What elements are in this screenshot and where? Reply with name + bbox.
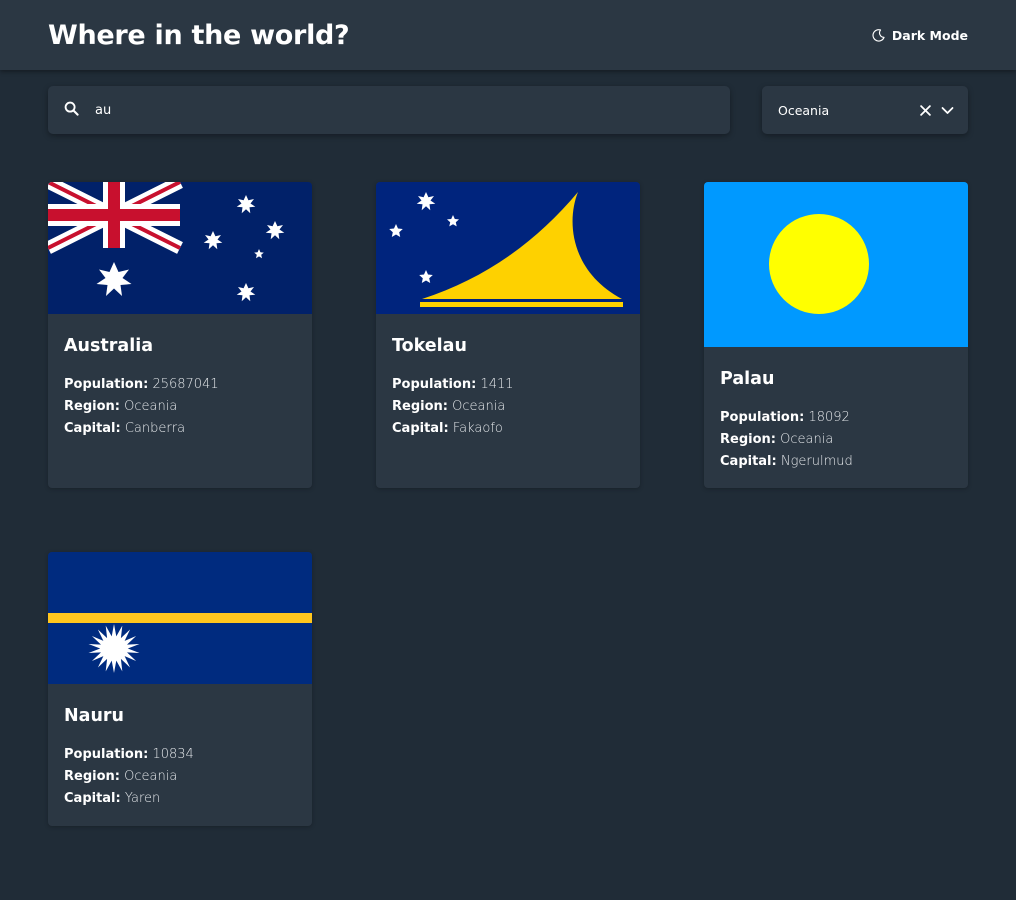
search-input[interactable] [95,102,675,118]
palau-flag [704,182,968,347]
dark-mode-toggle[interactable]: Dark Mode [872,28,968,43]
region-value: Oceania [124,769,178,784]
country-name: Palau [720,369,775,389]
close-icon[interactable] [916,101,934,119]
population-row: Population: 1411 [392,374,624,396]
moon-icon [872,28,885,42]
country-name: Tokelau [392,336,467,356]
chevron-down-icon[interactable] [938,101,956,119]
population-value: 18092 [808,410,850,425]
population-label: Population: [64,377,149,392]
region-row: Region: Oceania [392,396,624,418]
population-label: Population: [392,377,477,392]
capital-row: Capital: Fakaofo [392,418,624,440]
region-value: Oceania [124,399,178,414]
population-value: 10834 [152,747,194,762]
population-row: Population: 18092 [720,407,952,429]
region-filter-value: Oceania [778,102,830,118]
country-card[interactable]: Palau Population: 18092 Region: Oceania … [704,182,968,488]
region-label: Region: [64,399,120,414]
country-card[interactable]: Tokelau Population: 1411 Region: Oceania… [376,182,640,488]
capital-label: Capital: [64,421,121,436]
region-value: Oceania [452,399,506,414]
population-label: Population: [64,747,149,762]
region-row: Region: Oceania [720,429,952,451]
country-name: Nauru [64,706,125,726]
country-card[interactable]: Nauru Population: 10834 Region: Oceania … [48,552,312,826]
region-label: Region: [720,432,776,447]
population-value: 25687041 [152,377,219,392]
search-box[interactable] [48,86,730,134]
region-row: Region: Oceania [64,766,296,788]
capital-value: Canberra [124,421,186,436]
capital-value: Fakaofo [452,421,503,436]
australia-flag [48,182,312,314]
population-row: Population: 25687041 [64,374,296,396]
country-card[interactable]: Australia Population: 25687041 Region: O… [48,182,312,488]
nauru-flag [48,552,312,684]
capital-row: Capital: Yaren [64,788,296,810]
region-label: Region: [392,399,448,414]
population-row: Population: 10834 [64,744,296,766]
population-label: Population: [720,410,805,425]
population-value: 1411 [480,377,514,392]
capital-label: Capital: [392,421,449,436]
app-header: Where in the world? Dark Mode [0,0,1016,70]
app-title: Where in the world? [48,19,350,51]
search-icon [64,101,79,120]
tokelau-flag [376,182,640,314]
dark-mode-label: Dark Mode [891,27,968,43]
country-name: Australia [64,336,154,356]
capital-label: Capital: [720,454,777,469]
region-label: Region: [64,769,120,784]
capital-value: Yaren [124,791,161,806]
capital-label: Capital: [64,791,121,806]
capital-row: Capital: Canberra [64,418,296,440]
region-row: Region: Oceania [64,396,296,418]
region-value: Oceania [780,432,834,447]
capital-row: Capital: Ngerulmud [720,451,952,473]
capital-value: Ngerulmud [780,454,853,469]
region-filter-select[interactable]: Oceania [762,86,968,134]
